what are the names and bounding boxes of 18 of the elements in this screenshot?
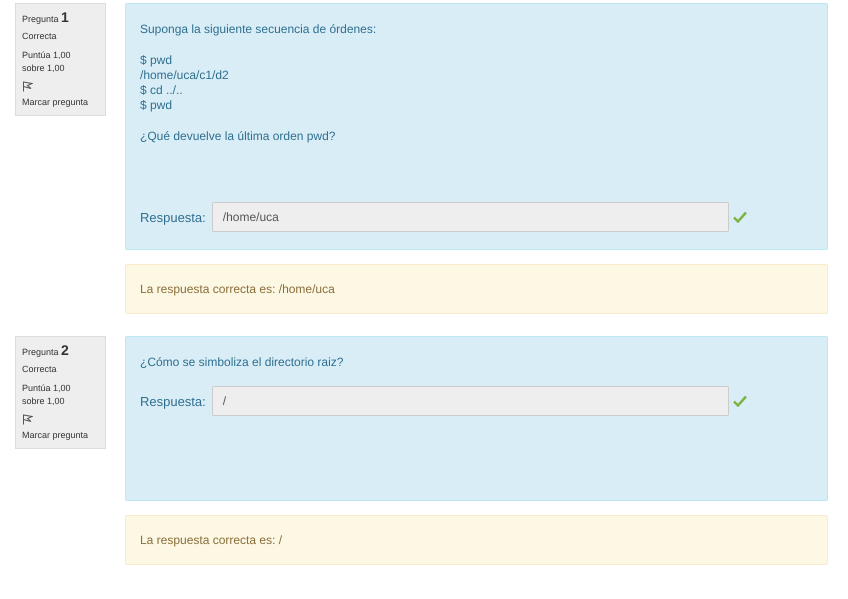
flag-question-link[interactable]: Marcar pregunta [22, 81, 100, 109]
answer-label: Respuesta: [140, 210, 206, 224]
answer-field[interactable]: / [212, 386, 729, 416]
question-number: Pregunta 2 [22, 342, 70, 358]
feedback-text: La respuesta correcta es: /home/uca [125, 264, 828, 314]
question-score: Puntúa 1,00 sobre 1,00 [22, 382, 72, 408]
answer-label: Respuesta: [140, 394, 206, 408]
question-score: Puntúa 1,00 sobre 1,00 [22, 49, 72, 75]
flag-question-link[interactable]: Marcar pregunta [22, 414, 100, 442]
question-text: Suponga la siguiente secuencia de órdenes: [140, 22, 378, 37]
question-text: ¿Cómo se simboliza el directorio raiz? [140, 355, 344, 370]
question-number: Pregunta 1 [22, 9, 70, 25]
question-status: Correcta [22, 363, 58, 376]
answer-field[interactable]: /home/uca [212, 202, 729, 232]
question-text: $ pwd /home/uca/c1/d2 $ cd ../.. $ pwd [140, 53, 230, 113]
feedback-text: La respuesta correcta es: / [125, 515, 828, 565]
question-text: ¿Qué devuelve la última orden pwd? [140, 129, 336, 144]
question-status: Correcta [22, 30, 58, 43]
